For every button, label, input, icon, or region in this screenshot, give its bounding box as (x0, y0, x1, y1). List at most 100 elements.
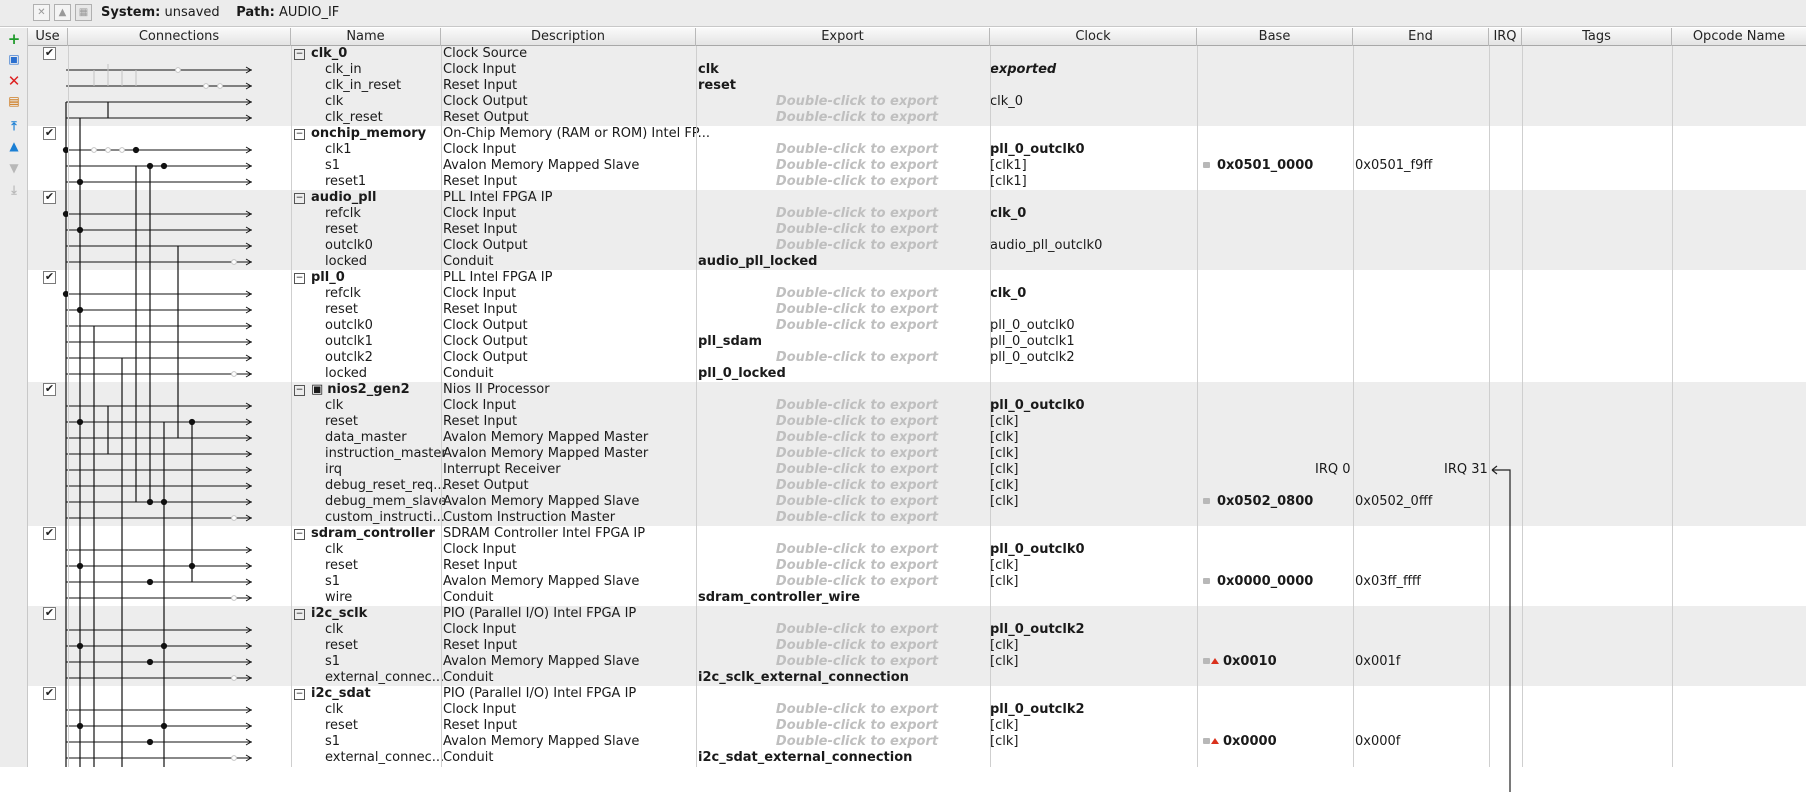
export-cell[interactable]: i2c_sdat_external_connection (698, 750, 1016, 766)
export-cell[interactable]: Double-click to export (698, 398, 1016, 414)
move-top-icon[interactable]: ⤒ (5, 117, 23, 135)
connection-dot[interactable] (132, 146, 140, 154)
export-placeholder[interactable]: Double-click to export (698, 174, 1016, 190)
export-placeholder[interactable]: Double-click to export (698, 158, 1016, 174)
connection-dot[interactable] (76, 642, 84, 650)
move-bottom-icon[interactable]: ⤓ (5, 181, 23, 199)
export-cell[interactable]: audio_pll_locked (698, 254, 1016, 270)
col-end[interactable]: End (1353, 28, 1489, 46)
component-row[interactable]: ✔ − clk_0 Clock Source (28, 46, 1806, 62)
export-cell[interactable]: i2c_sclk_external_connection (698, 670, 1016, 686)
export-placeholder[interactable]: Double-click to export (698, 446, 1016, 462)
clock-cell[interactable]: pll_0_outclk0 (990, 142, 1198, 158)
export-cell[interactable]: Double-click to export (698, 558, 1016, 574)
interface-row[interactable]: clk Clock Input Double-click to export pll_… (28, 542, 1806, 558)
connection-dot[interactable] (175, 67, 181, 73)
connection-dot[interactable] (76, 178, 84, 186)
connection-dot[interactable] (146, 658, 154, 666)
export-placeholder[interactable]: Double-click to export (698, 94, 1016, 110)
export-cell[interactable]: Double-click to export (698, 542, 1016, 558)
export-name[interactable]: sdram_controller_wire (698, 590, 860, 605)
clock-cell[interactable]: pll_0_outclk1 (990, 334, 1198, 350)
interface-row[interactable]: refclk Clock Input Double-click to export c… (28, 206, 1806, 222)
connection-dot[interactable] (91, 147, 97, 153)
export-cell[interactable]: Double-click to export (698, 718, 1016, 734)
export-placeholder[interactable]: Double-click to export (698, 398, 1016, 414)
interface-row[interactable]: outclk0 Clock Output Double-click to expor… (28, 318, 1806, 334)
connection-dot[interactable] (231, 595, 237, 601)
export-placeholder[interactable]: Double-click to export (698, 238, 1016, 254)
export-cell[interactable]: pll_sdam (698, 334, 1016, 350)
export-placeholder[interactable]: Double-click to export (698, 654, 1016, 670)
connection-dot[interactable] (146, 162, 154, 170)
interface-row[interactable]: irq Interrupt Receiver Double-click to exp… (28, 462, 1806, 478)
add-connection-icon[interactable]: ▣ (5, 50, 23, 68)
export-name[interactable]: audio_pll_locked (698, 254, 817, 269)
clock-cell[interactable]: exported (990, 62, 1198, 78)
clock-cell[interactable]: audio_pll_outclk0 (990, 238, 1198, 254)
export-placeholder[interactable]: Double-click to export (698, 638, 1016, 654)
clock-cell[interactable]: pll_0_outclk0 (990, 542, 1198, 558)
interface-row[interactable]: wire Conduit sdram_controller_wire (28, 590, 1806, 606)
clock-cell[interactable]: [clk] (990, 494, 1198, 510)
collapse-icon[interactable]: − (294, 689, 305, 700)
export-cell[interactable]: reset (698, 78, 1016, 94)
connection-dot[interactable] (76, 418, 84, 426)
connection-dot[interactable] (188, 418, 196, 426)
lock-icon[interactable] (1203, 738, 1210, 744)
interface-row[interactable]: reset Reset Input Double-click to export [c… (28, 638, 1806, 654)
export-name[interactable]: i2c_sdat_external_connection (698, 750, 912, 765)
component-row[interactable]: ✔ − ▣ nios2_gen2 Nios II Processor (28, 382, 1806, 398)
export-placeholder[interactable]: Double-click to export (698, 206, 1016, 222)
clock-cell[interactable]: [clk] (990, 414, 1198, 430)
interface-row[interactable]: clk1 Clock Input Double-click to export pll… (28, 142, 1806, 158)
export-name[interactable]: pll_0_locked (698, 366, 786, 381)
component-row[interactable]: ✔ − pll_0 PLL Intel FPGA IP (28, 270, 1806, 286)
interface-row[interactable]: s1 Avalon Memory Mapped Slave Double-click… (28, 654, 1806, 670)
export-cell[interactable]: Double-click to export (698, 430, 1016, 446)
export-placeholder[interactable]: Double-click to export (698, 302, 1016, 318)
export-placeholder[interactable]: Double-click to export (698, 222, 1016, 238)
export-placeholder[interactable]: Double-click to export (698, 622, 1016, 638)
connection-dot[interactable] (217, 83, 223, 89)
interface-row[interactable]: external_connec... Conduit i2c_sdat_extern… (28, 750, 1806, 766)
export-cell[interactable]: Double-click to export (698, 446, 1016, 462)
export-placeholder[interactable]: Double-click to export (698, 110, 1016, 126)
clock-cell[interactable]: pll_0_outclk0 (990, 318, 1198, 334)
connection-dot[interactable] (160, 498, 168, 506)
clock-cell[interactable]: [clk] (990, 462, 1198, 478)
interface-row[interactable]: outclk0 Clock Output Double-click to expor… (28, 238, 1806, 254)
clock-cell[interactable]: [clk] (990, 478, 1198, 494)
interface-row[interactable]: s1 Avalon Memory Mapped Slave Double-click… (28, 734, 1806, 750)
col-description[interactable]: Description (441, 28, 696, 46)
export-placeholder[interactable]: Double-click to export (698, 318, 1016, 334)
base-address[interactable]: 0x0000_0000 (1198, 574, 1363, 590)
connection-dot[interactable] (160, 162, 168, 170)
interface-row[interactable]: clk Clock Input Double-click to export pll_… (28, 398, 1806, 414)
export-cell[interactable]: Double-click to export (698, 734, 1016, 750)
interface-row[interactable]: reset Reset Input Double-click to export [c… (28, 718, 1806, 734)
interface-row[interactable]: clk Clock Input Double-click to export pll_… (28, 622, 1806, 638)
interface-row[interactable]: s1 Avalon Memory Mapped Slave Double-click… (28, 158, 1806, 174)
interface-row[interactable]: clk_in_reset Reset Input reset (28, 78, 1806, 94)
interface-row[interactable]: custom_instructi... Custom Instruction Ma… (28, 510, 1806, 526)
collapse-icon[interactable]: − (294, 129, 305, 140)
export-placeholder[interactable]: Double-click to export (698, 558, 1016, 574)
export-placeholder[interactable]: Double-click to export (698, 478, 1016, 494)
export-placeholder[interactable]: Double-click to export (698, 142, 1016, 158)
export-cell[interactable]: Double-click to export (698, 94, 1016, 110)
interface-row[interactable]: reset1 Reset Input Double-click to export[… (28, 174, 1806, 190)
export-placeholder[interactable]: Double-click to export (698, 542, 1016, 558)
connection-dot[interactable] (231, 371, 237, 377)
export-placeholder[interactable]: Double-click to export (698, 702, 1016, 718)
connection-dot[interactable] (146, 738, 154, 746)
export-cell[interactable]: Double-click to export (698, 574, 1016, 590)
col-export[interactable]: Export (696, 28, 990, 46)
remove-icon[interactable]: ✕ (5, 72, 23, 90)
export-cell[interactable]: Double-click to export (698, 286, 1016, 302)
col-irq[interactable]: IRQ (1489, 28, 1522, 46)
base-address[interactable]: 0x0501_0000 (1198, 158, 1363, 174)
connection-dot[interactable] (231, 675, 237, 681)
export-cell[interactable]: Double-click to export (698, 510, 1016, 526)
export-placeholder[interactable]: Double-click to export (698, 510, 1016, 526)
